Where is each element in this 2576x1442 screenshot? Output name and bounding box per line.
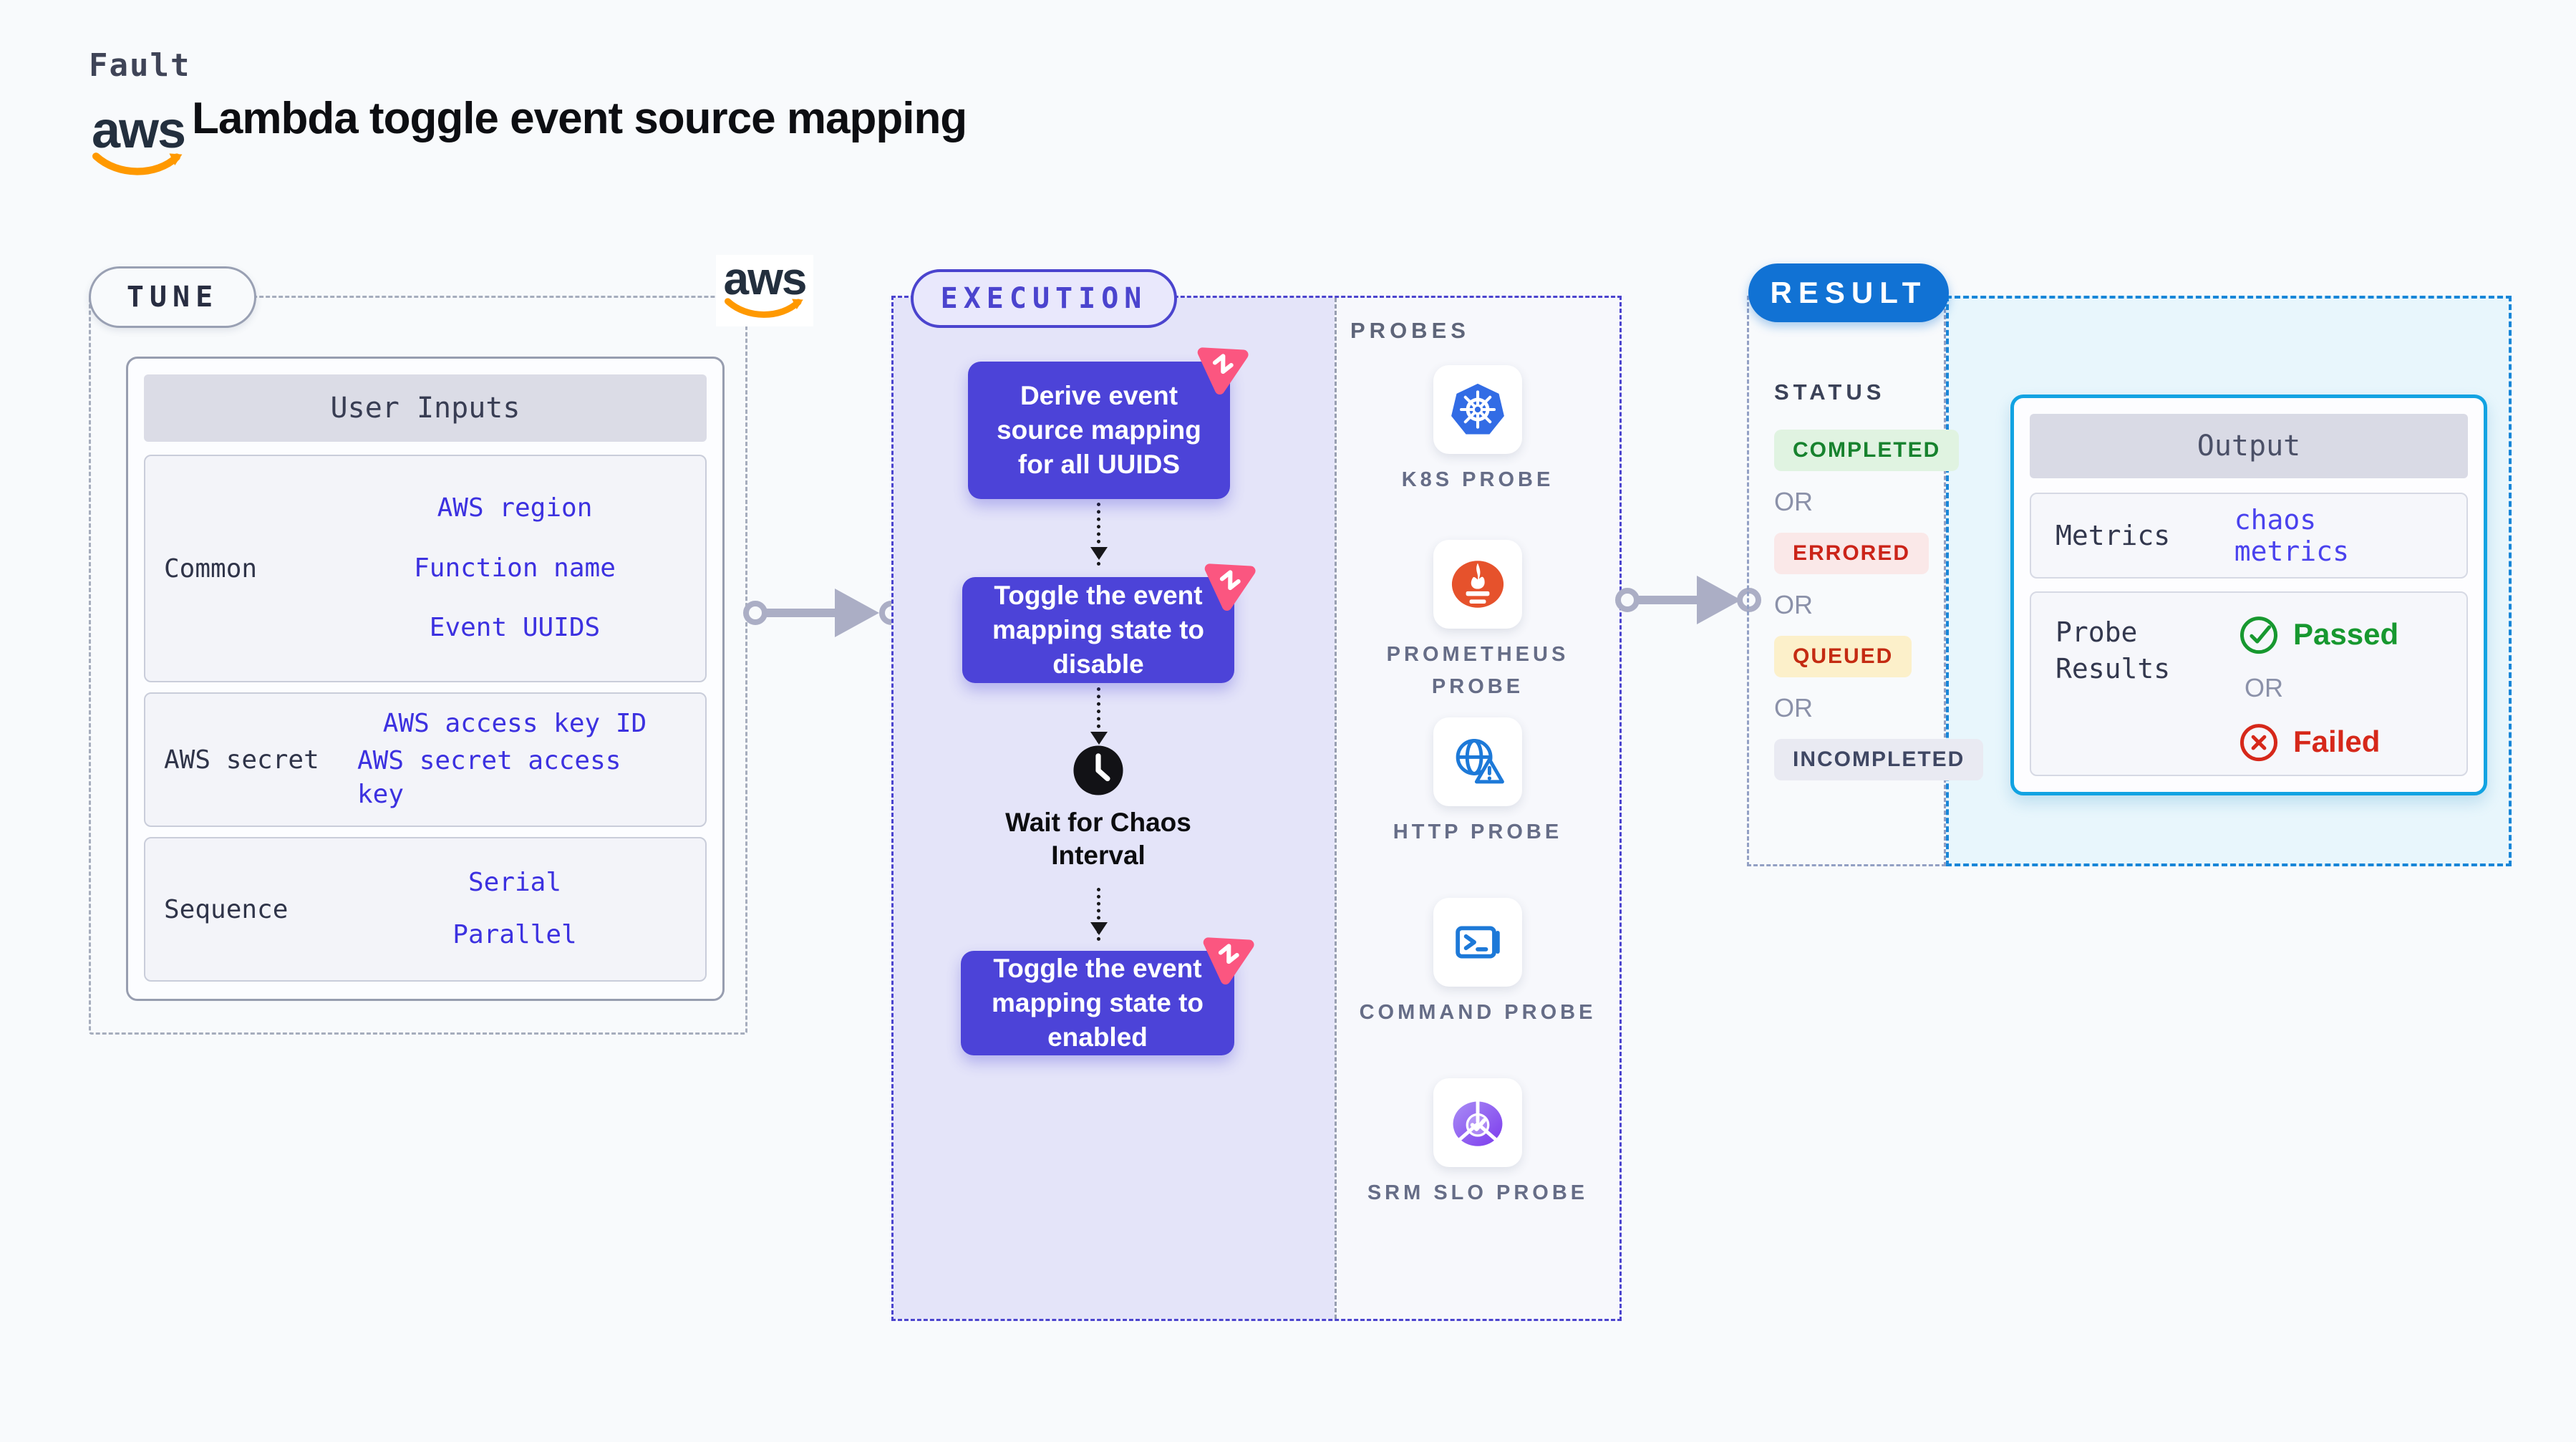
status-badge-errored: ERRORED <box>1774 533 1929 574</box>
passed-line: Passed <box>2239 614 2398 654</box>
table-row-sequence: Sequence Serial Parallel <box>144 837 707 982</box>
metrics-label: Metrics <box>2056 520 2171 551</box>
input-link-event-uuids[interactable]: Event UUIDS <box>430 611 600 645</box>
probe-label: K8S PROBE <box>1401 468 1554 491</box>
or-label: OR <box>1774 487 1813 516</box>
status-label: STATUS <box>1774 379 1886 405</box>
row-label: Common <box>164 553 258 584</box>
step-toggle-mapping-disable: Toggle the event mapping state to disabl… <box>962 577 1234 683</box>
status-badge-completed: COMPLETED <box>1774 430 1960 471</box>
probe-results-label: Probe Results <box>2056 616 2171 685</box>
execution-pill: EXECUTION <box>911 269 1177 328</box>
http-globe-warning-icon <box>1456 739 1504 784</box>
input-link-function-name[interactable]: Function name <box>414 552 616 586</box>
probes-header: PROBES <box>1350 318 1470 343</box>
tune-to-execution-arrow-icon <box>743 589 904 637</box>
user-inputs-card: User Inputs Common AWS region Function n… <box>126 357 725 1001</box>
or-label: OR <box>1774 590 1813 619</box>
or-label: OR <box>1774 693 1813 722</box>
step-toggle-mapping-enabled: Toggle the event mapping state to enable… <box>961 951 1234 1055</box>
output-header: Output <box>2030 414 2468 478</box>
page-title: Lambda toggle event source mapping <box>192 94 967 143</box>
status-column: STATUS COMPLETED OR ERRORED OR QUEUED OR… <box>1774 379 1984 780</box>
table-row-aws-secret: AWS secret AWS access key ID AWS secret … <box>144 692 707 827</box>
tune-pill: TUNE <box>89 266 256 328</box>
result-pill: RESULT <box>1748 263 1949 322</box>
row-label: AWS secret <box>164 745 319 775</box>
fault-kind-label: Fault <box>89 47 191 84</box>
failed-x-icon <box>2240 724 2278 762</box>
input-link-serial[interactable]: Serial <box>468 866 561 900</box>
step-derive-event-source-mapping: Derive event source mapping for all UUID… <box>968 362 1230 499</box>
output-card: Output Metrics chaos metrics Probe Resul… <box>2010 395 2487 795</box>
status-badge-queued: QUEUED <box>1774 636 1912 677</box>
flow-connector-arrow-icon <box>1090 888 1108 941</box>
input-link-access-key-id[interactable]: AWS access key ID <box>383 707 647 741</box>
prometheus-icon <box>1451 561 1504 608</box>
k8s-probe-card <box>1433 365 1522 454</box>
probe-label: COMMAND PROBE <box>1359 1001 1597 1024</box>
aws-smile-icon <box>92 153 183 175</box>
slo-pie-check-icon <box>1453 1100 1503 1146</box>
probe-label: HTTP PROBE <box>1393 821 1563 843</box>
chaos-fault-icon <box>1203 937 1254 985</box>
srm-slo-probe-card <box>1433 1078 1522 1167</box>
command-probe-card <box>1433 898 1522 987</box>
input-link-parallel[interactable]: Parallel <box>452 919 576 952</box>
aws-smile-icon <box>725 298 803 319</box>
wait-for-chaos-interval-label: Wait for Chaos Interval <box>1005 808 1191 871</box>
aws-logo-text: aws <box>723 253 808 304</box>
chaos-metrics-link[interactable]: chaos metrics <box>2234 504 2442 567</box>
probe-label: SRM SLO PROBE <box>1367 1181 1589 1204</box>
probe-results-row: Probe Results Passed OR Failed <box>2030 591 2468 776</box>
diagram-canvas: Fault aws Lambda toggle event source map… <box>0 0 2576 1442</box>
failed-label: Failed <box>2293 725 2381 758</box>
chaos-fault-icon <box>1204 563 1256 611</box>
status-badge-incompleted: INCOMPLETED <box>1774 739 1984 780</box>
aws-logo-text: aws <box>91 102 186 159</box>
aws-logo-tune-corner: aws <box>716 253 813 327</box>
kubernetes-icon <box>1451 383 1504 435</box>
metrics-row: Metrics chaos metrics <box>2030 493 2468 579</box>
row-label: Sequence <box>164 894 289 924</box>
chaos-fault-icon <box>1197 347 1249 395</box>
passed-check-icon <box>2240 616 2278 654</box>
user-inputs-header: User Inputs <box>144 374 707 442</box>
input-link-aws-region[interactable]: AWS region <box>437 492 593 526</box>
http-probe-card <box>1433 717 1522 806</box>
or-label: OR <box>2245 673 2283 702</box>
passed-label: Passed <box>2293 617 2399 651</box>
flow-connector-arrow-icon <box>1090 503 1108 566</box>
failed-line: Failed <box>2239 722 2380 762</box>
execution-to-result-arrow-icon <box>1615 576 1761 624</box>
probe-label: PROMETHEUS PROBE <box>1386 643 1569 698</box>
table-row-common: Common AWS region Function name Event UU… <box>144 455 707 682</box>
prometheus-probe-card <box>1433 540 1522 629</box>
aws-logo: aws <box>84 102 192 180</box>
flow-connector-arrow-icon <box>1090 687 1108 750</box>
execution-probes-divider <box>1335 298 1337 1319</box>
input-link-secret-access-key[interactable]: AWS secret access key <box>357 745 672 812</box>
terminal-icon <box>1456 926 1500 959</box>
